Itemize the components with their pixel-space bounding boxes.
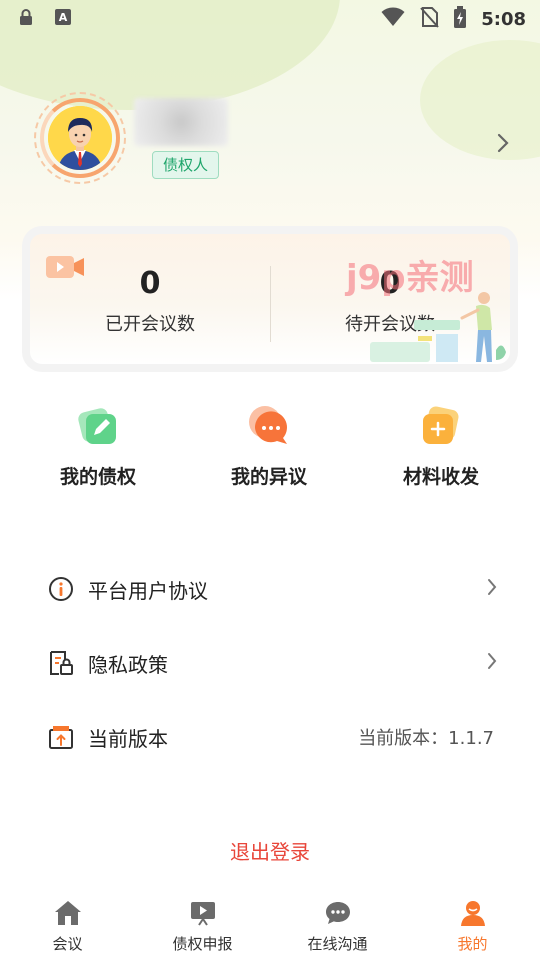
tab-label: 在线沟通: [307, 935, 368, 953]
document-lock-icon: [48, 650, 74, 676]
menu-label-current-version: 当前版本: [88, 726, 168, 751]
tab-mine[interactable]: 我的: [405, 892, 540, 960]
person-illustration-icon: [370, 290, 510, 364]
chat-icon: [324, 900, 352, 930]
role-badge: 债权人: [152, 151, 220, 179]
menu-label-user-agreement: 平台用户协议: [88, 578, 208, 603]
watermark-text: j9p亲测: [346, 258, 474, 298]
my-objections-button[interactable]: 我的异议: [199, 404, 339, 489]
menu-item-current-version[interactable]: 当前版本 当前版本：1.1.7: [48, 717, 498, 757]
held-meetings-count: 0: [139, 266, 161, 301]
svg-text:A: A: [59, 11, 68, 24]
add-folder-icon: [419, 404, 463, 448]
bottom-tab-bar: 会议 债权申报 在线沟通 我的: [0, 892, 540, 960]
status-bar: A 5:08: [0, 0, 540, 38]
menu-item-privacy-policy[interactable]: 隐私政策: [48, 643, 498, 683]
my-objections-label: 我的异议: [230, 466, 307, 488]
tab-label: 会议: [52, 935, 83, 953]
chevron-right-icon: [486, 651, 498, 675]
menu-item-user-agreement[interactable]: 平台用户协议: [48, 569, 498, 609]
box-upload-icon: [48, 724, 74, 750]
held-meetings-label: 已开会议数: [105, 314, 195, 335]
presentation-board-icon: [189, 900, 217, 930]
tab-claim-declaration[interactable]: 债权申报: [135, 892, 270, 960]
user-icon: [459, 900, 487, 930]
my-claims-button[interactable]: 我的债权: [28, 404, 168, 489]
chat-bubble-icon: [247, 404, 291, 448]
my-claims-label: 我的债权: [59, 466, 136, 488]
version-value: 当前版本：1.1.7: [358, 728, 494, 749]
wifi-icon: [381, 7, 405, 31]
info-circle-icon: [48, 576, 74, 602]
chevron-right-icon: [486, 577, 498, 601]
chevron-right-icon[interactable]: [496, 132, 510, 158]
tab-label: 债权申报: [172, 935, 233, 953]
menu-label-privacy-policy: 隐私政策: [88, 652, 168, 677]
no-sim-icon: [419, 6, 439, 32]
held-meetings-stat[interactable]: 0 已开会议数: [30, 262, 270, 336]
logout-button[interactable]: 退出登录: [0, 836, 540, 865]
materials-exchange-label: 材料收发: [402, 466, 479, 488]
avatar[interactable]: [34, 92, 126, 184]
meeting-stats-card: 0 已开会议数 0 待开会议数 j9p亲测: [22, 226, 518, 372]
a-keyboard-icon: A: [54, 8, 72, 30]
user-name-blurred: [134, 98, 228, 146]
profile-header[interactable]: 债权人: [34, 92, 514, 192]
status-time: 5:08: [481, 8, 526, 30]
lock-icon: [18, 8, 34, 30]
tab-online-chat[interactable]: 在线沟通: [270, 892, 405, 960]
tab-label: 我的: [457, 935, 488, 953]
home-icon: [54, 900, 82, 930]
materials-exchange-button[interactable]: 材料收发: [371, 404, 511, 489]
edit-card-icon: [76, 404, 120, 448]
businessman-avatar-icon: [48, 106, 112, 170]
battery-charging-icon: [453, 6, 467, 32]
tab-meetings[interactable]: 会议: [0, 892, 135, 960]
